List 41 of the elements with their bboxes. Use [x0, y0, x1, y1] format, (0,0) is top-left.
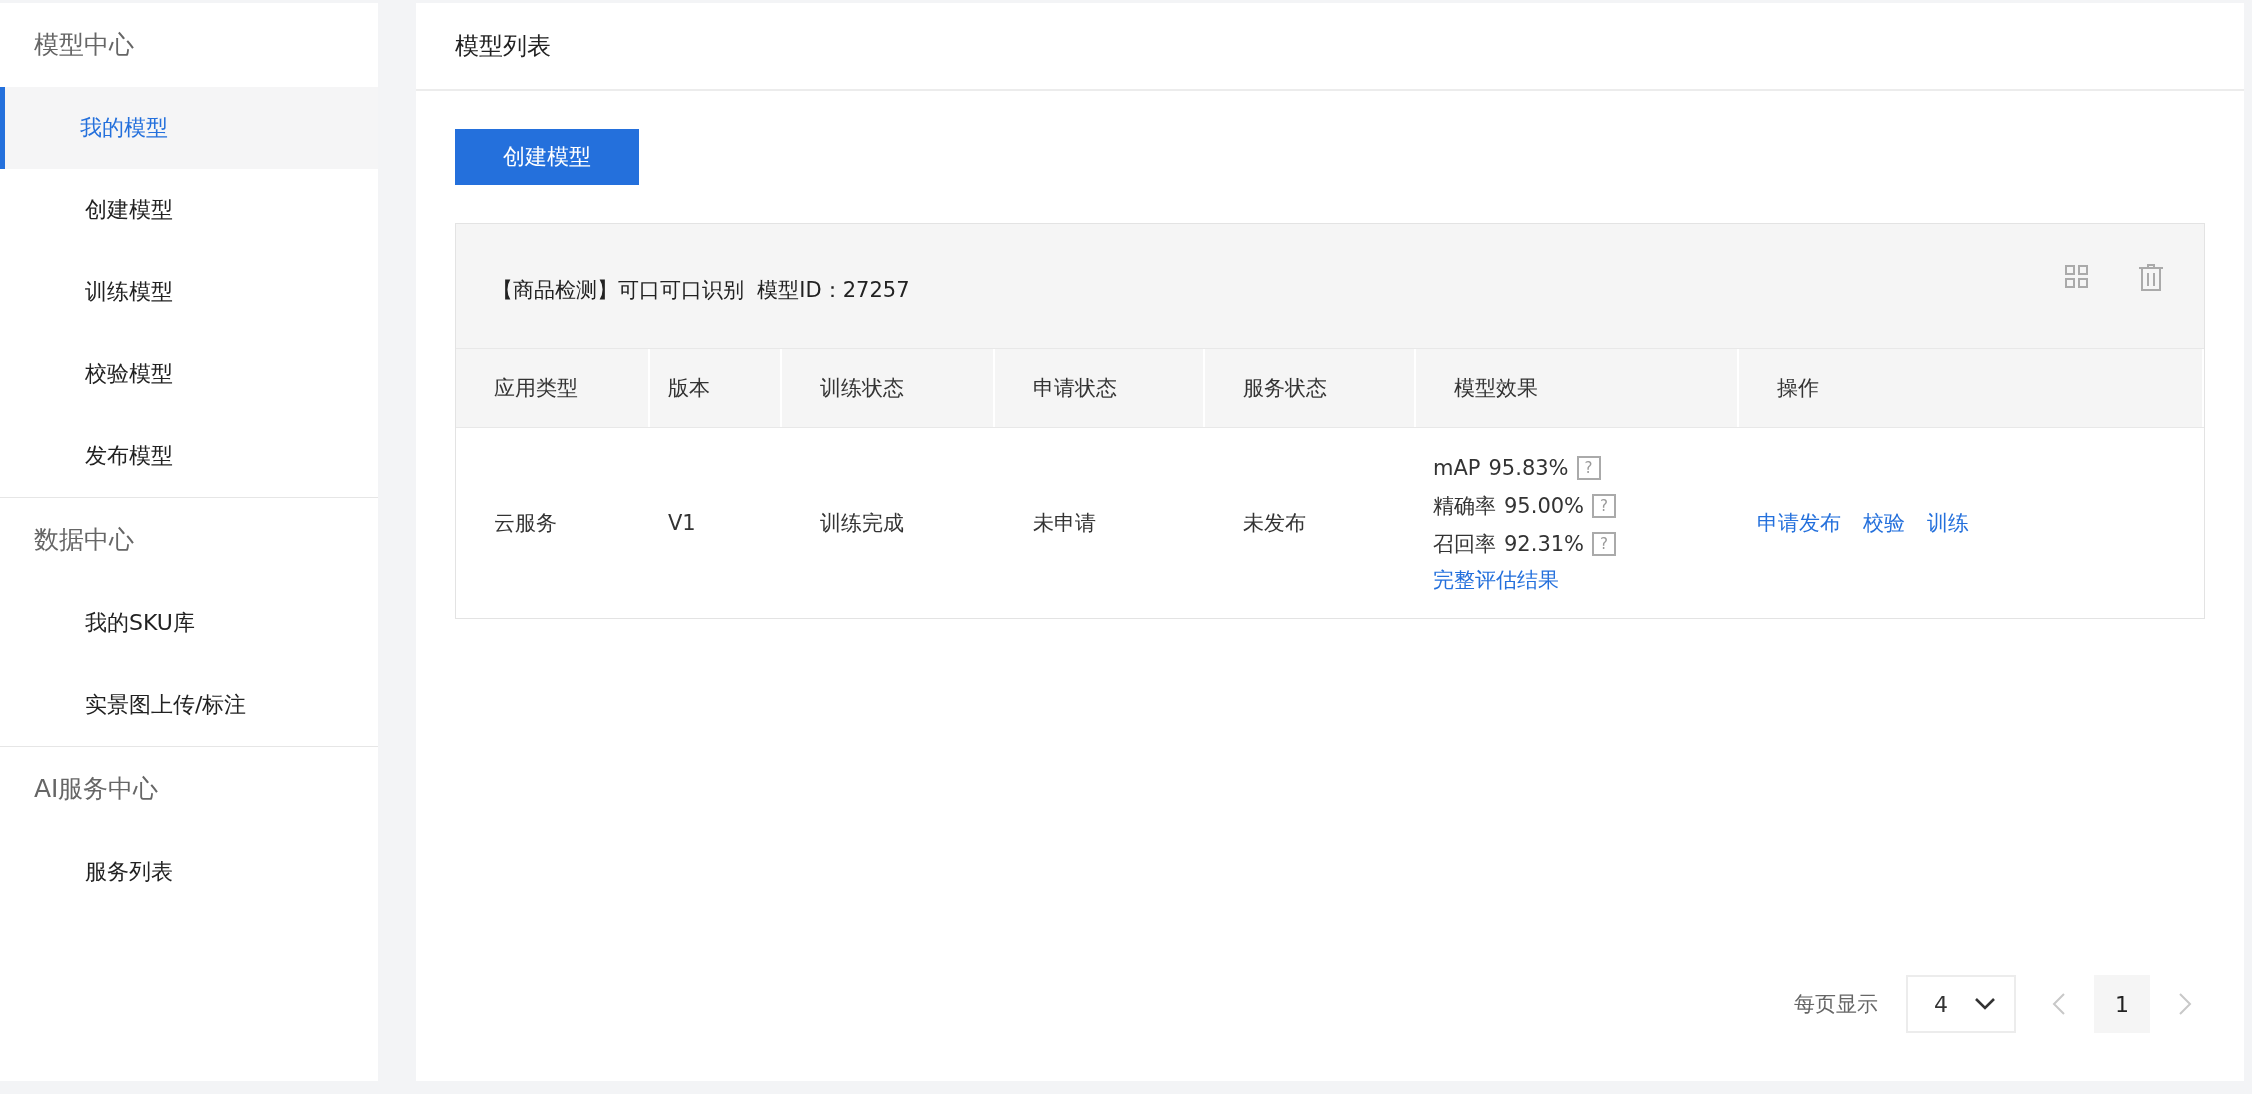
metric-value: 95.00% — [1504, 493, 1585, 520]
sidebar-group-title: 数据中心 — [33, 524, 135, 556]
table-cell: V1 — [668, 511, 696, 535]
action-link[interactable]: 训练 — [1927, 509, 1969, 537]
metric-value: 95.83% — [1488, 455, 1569, 482]
table-cell-text: 未申请 — [1033, 510, 1096, 537]
metric-label: 精确率 — [1433, 493, 1496, 520]
full-evaluation-link[interactable]: 完整评估结果 — [1433, 566, 1559, 594]
metric-label: 召回率 — [1433, 531, 1496, 558]
model-title: 【商品检测】可口可口识别 模型ID：27257 — [492, 277, 910, 304]
column-header: 申请状态 — [995, 349, 1205, 427]
create-model-button[interactable]: 创建模型 — [455, 129, 639, 185]
sidebar-item[interactable]: 校验模型 — [0, 333, 378, 415]
column-header: 版本 — [650, 349, 782, 427]
page-size-label: 每页显示 — [1794, 991, 1878, 1018]
sidebar-item[interactable]: 实景图上传/标注 — [0, 664, 378, 746]
column-header: 操作 — [1739, 349, 2204, 427]
action-link[interactable]: 校验 — [1863, 509, 1905, 537]
action-link[interactable]: 申请发布 — [1757, 509, 1841, 537]
column-header: 应用类型 — [456, 349, 650, 427]
metric-value: 92.31% — [1504, 531, 1585, 558]
table-cell-text: 云服务 — [494, 510, 557, 537]
sidebar-item[interactable]: 服务列表 — [0, 831, 378, 913]
table-cell-text: 未发布 — [1243, 510, 1306, 537]
page-number[interactable]: 1 — [2094, 975, 2150, 1033]
sidebar-item[interactable]: 我的模型 — [0, 87, 378, 169]
table-cell-text: 训练完成 — [820, 510, 904, 537]
column-header: 服务状态 — [1205, 349, 1416, 427]
sidebar-group-title: 模型中心 — [33, 29, 135, 61]
page-size-select[interactable]: 4 — [1906, 975, 2016, 1033]
column-header: 训练状态 — [782, 349, 995, 427]
sidebar-item[interactable]: 创建模型 — [0, 169, 378, 251]
delete-icon[interactable] — [2138, 264, 2164, 292]
sidebar-item[interactable]: 发布模型 — [0, 415, 378, 497]
metric-label: mAP — [1433, 455, 1481, 482]
page-title: 模型列表 — [455, 31, 551, 62]
sidebar-item[interactable]: 训练模型 — [0, 251, 378, 333]
sidebar-group-title: AI服务中心 — [33, 773, 160, 805]
sidebar-item[interactable]: 我的SKU库 — [0, 582, 378, 664]
chevron-down-icon — [1974, 997, 1996, 1011]
column-header: 模型效果 — [1416, 349, 1739, 427]
